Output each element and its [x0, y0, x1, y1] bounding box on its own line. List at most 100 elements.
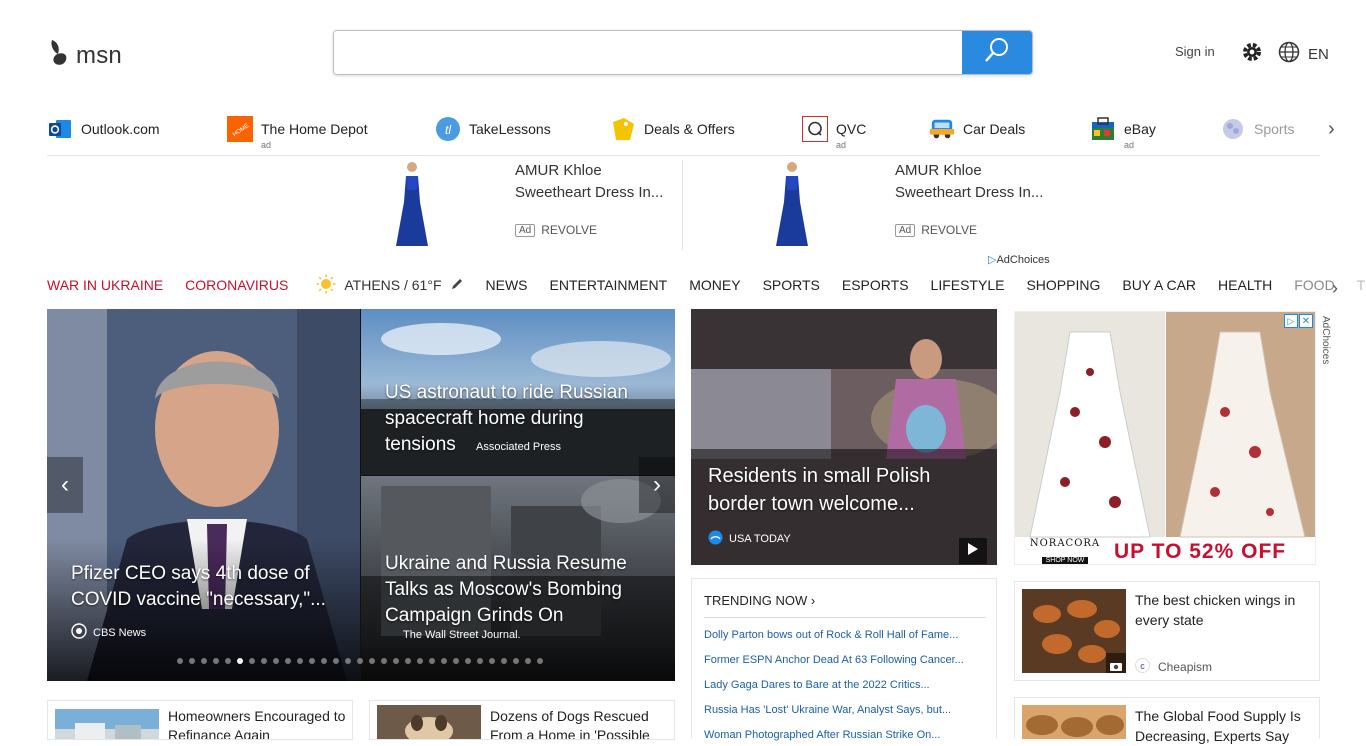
- nav-entertainment[interactable]: ENTERTAINMENT: [550, 277, 668, 293]
- trending-title: TRENDING NOW: [704, 593, 808, 608]
- gear-icon[interactable]: [1240, 40, 1264, 69]
- carousel-dot[interactable]: [417, 658, 423, 664]
- ad-title: AMUR Khloe: [515, 162, 602, 179]
- msn-logo[interactable]: msn: [48, 38, 122, 73]
- chevron-right-icon[interactable]: ›: [1328, 118, 1335, 141]
- carousel-dot[interactable]: [345, 658, 351, 664]
- source-label: Associated Press: [476, 441, 561, 453]
- nav-esports[interactable]: ESPORTS: [842, 277, 909, 293]
- carousel-dot[interactable]: [201, 658, 207, 664]
- carousel-dot[interactable]: [237, 658, 243, 664]
- carousel-dot[interactable]: [441, 658, 447, 664]
- nav-coronavirus[interactable]: CORONAVIRUS: [185, 277, 288, 293]
- carousel-dot[interactable]: [261, 658, 267, 664]
- nav-shopping[interactable]: SHOPPING: [1026, 277, 1100, 293]
- carousel-dot[interactable]: [309, 658, 315, 664]
- close-icon[interactable]: ✕: [1299, 314, 1313, 328]
- carousel-dot[interactable]: [297, 658, 303, 664]
- search-box[interactable]: [333, 30, 1033, 75]
- carousel-dot[interactable]: [501, 658, 507, 664]
- hero-top-right-story[interactable]: US astronaut to ride Russian spacecraft …: [361, 309, 675, 475]
- quicklink-sports[interactable]: Sports: [1220, 116, 1294, 142]
- story-card-refinance[interactable]: Homeowners Encouraged to Refinance Again: [47, 700, 353, 740]
- carousel-dot[interactable]: [393, 658, 399, 664]
- nav-money[interactable]: MONEY: [689, 277, 740, 293]
- carousel-dot[interactable]: [213, 658, 219, 664]
- hero-bottom-right-story[interactable]: Ukraine and Russia Resume Talks as Mosco…: [361, 476, 675, 681]
- nav-news[interactable]: NEWS: [486, 277, 528, 293]
- carousel-dot[interactable]: [381, 658, 387, 664]
- story-card-food-supply[interactable]: The Global Food Supply Is Decreasing, Ex…: [1014, 697, 1320, 744]
- carousel-dot[interactable]: [177, 658, 183, 664]
- display-ad-noracora[interactable]: NORACORA SHOP NOW UP TO 52% OFF ▷ ✕: [1014, 311, 1316, 565]
- refinance-image: [55, 709, 159, 739]
- nav-war-in-ukraine[interactable]: WAR IN UKRAINE: [47, 277, 163, 293]
- carousel-dot[interactable]: [357, 658, 363, 664]
- trending-link[interactable]: Former ESPN Anchor Dead At 63 Following …: [704, 653, 984, 668]
- carousel-dot[interactable]: [453, 658, 459, 664]
- hero-main-story[interactable]: Pfizer CEO says 4th dose of COVID vaccin…: [47, 309, 360, 681]
- butterfly-logo-icon: [48, 38, 70, 73]
- nav-food[interactable]: FOOD: [1294, 277, 1334, 293]
- nav-health[interactable]: HEALTH: [1218, 277, 1272, 293]
- nav-sports[interactable]: SPORTS: [763, 277, 820, 293]
- trending-header[interactable]: TRENDING NOW ›: [704, 593, 986, 618]
- adchoices-icon[interactable]: ▷: [1284, 314, 1298, 328]
- carousel-dot[interactable]: [321, 658, 327, 664]
- weather-widget[interactable]: ATHENS / 61°F: [316, 274, 463, 297]
- carousel-dot[interactable]: [405, 658, 411, 664]
- hero-bottom-right-source: The Wall Street Journal.: [403, 629, 521, 641]
- carousel-dot[interactable]: [513, 658, 519, 664]
- carousel-dot[interactable]: [189, 658, 195, 664]
- carousel-prev-button[interactable]: ‹: [47, 457, 83, 513]
- adchoices-vertical[interactable]: AdChoices: [1320, 316, 1331, 364]
- quicklink-car-deals[interactable]: Car Deals: [929, 116, 1025, 142]
- ad-tag: ad: [1124, 140, 1135, 150]
- carousel-dot[interactable]: [273, 658, 279, 664]
- ad-tag: ad: [261, 140, 272, 150]
- carousel-dot[interactable]: [477, 658, 483, 664]
- language-selector[interactable]: EN: [1278, 41, 1329, 67]
- ad-cta[interactable]: SHOP NOW: [1041, 556, 1089, 564]
- carousel-dot[interactable]: [249, 658, 255, 664]
- adchoices-link[interactable]: ▷AdChoices: [988, 253, 1050, 266]
- quicklink-home-depot[interactable]: HOME The Home Depot ad: [227, 116, 368, 150]
- trending-link[interactable]: Dolly Parton bows out of Rock & Roll Hal…: [704, 628, 984, 643]
- nav-buy-a-car[interactable]: BUY A CAR: [1122, 277, 1196, 293]
- carousel-dot[interactable]: [525, 658, 531, 664]
- trending-panel: TRENDING NOW › Dolly Parton bows out of …: [691, 578, 997, 741]
- carousel-dot[interactable]: [369, 658, 375, 664]
- ad-image-dress-1[interactable]: [388, 160, 436, 252]
- chevron-right-icon[interactable]: ›: [1332, 278, 1338, 299]
- ad-card-1[interactable]: AMUR Khloe Sweetheart Dress In... Ad REV…: [515, 160, 663, 237]
- quicklink-ebay[interactable]: eBay ad: [1090, 116, 1156, 150]
- story-card-dogs-rescued[interactable]: Dozens of Dogs Rescued From a Home in 'P…: [369, 700, 675, 740]
- search-button[interactable]: [962, 31, 1032, 74]
- nav-lifestyle[interactable]: LIFESTYLE: [931, 277, 1005, 293]
- carousel-dot[interactable]: [429, 658, 435, 664]
- carousel-dot[interactable]: [537, 658, 543, 664]
- pencil-icon[interactable]: [450, 277, 464, 294]
- feature-story-card[interactable]: Residents in small Polish border town we…: [691, 309, 997, 565]
- story-card-chicken-wings[interactable]: The best chicken wings in every state c …: [1014, 581, 1320, 681]
- trending-link[interactable]: Lady Gaga Dares to Bare at the 2022 Crit…: [704, 678, 984, 693]
- quicklink-qvc[interactable]: QVC ad: [802, 116, 866, 150]
- nav-travel[interactable]: TRAVEL: [1357, 277, 1366, 293]
- trending-link[interactable]: Woman Photographed After Russian Strike …: [704, 728, 984, 743]
- carousel-dot[interactable]: [333, 658, 339, 664]
- quicklink-takelessons[interactable]: tl TakeLessons: [435, 116, 551, 142]
- search-input[interactable]: [334, 31, 963, 74]
- cheapism-icon: c: [1135, 658, 1150, 676]
- sign-in-link[interactable]: Sign in: [1175, 44, 1215, 59]
- carousel-dot[interactable]: [225, 658, 231, 664]
- carousel-dot[interactable]: [285, 658, 291, 664]
- trending-link[interactable]: Russia Has 'Lost' Ukraine War, Analyst S…: [704, 703, 984, 718]
- ad-image-dress-2[interactable]: [768, 160, 816, 252]
- carousel-next-button[interactable]: ›: [639, 457, 675, 513]
- play-button[interactable]: [959, 538, 987, 564]
- quicklink-deals[interactable]: Deals & Offers: [610, 116, 735, 142]
- quicklink-outlook[interactable]: Outlook.com: [47, 116, 160, 142]
- carousel-dot[interactable]: [489, 658, 495, 664]
- ad-card-2[interactable]: AMUR Khloe Sweetheart Dress In... Ad REV…: [895, 160, 1043, 237]
- carousel-dot[interactable]: [465, 658, 471, 664]
